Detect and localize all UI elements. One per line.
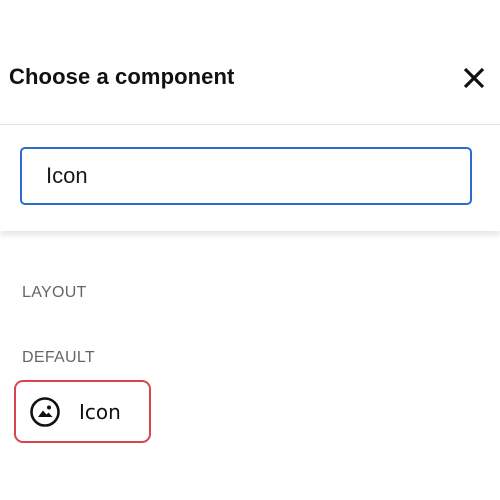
close-button[interactable]	[460, 64, 488, 92]
search-area	[0, 125, 500, 231]
component-item-label: Icon	[79, 400, 121, 424]
dialog-title: Choose a component	[9, 64, 235, 89]
section-label-layout: LAYOUT	[22, 284, 87, 301]
component-chooser-dialog: Choose a component LAYOUT DEFAULT Icon	[0, 0, 500, 500]
image-icon	[30, 397, 60, 427]
search-input[interactable]	[20, 147, 472, 205]
close-icon	[463, 67, 485, 89]
dialog-header: Choose a component	[0, 0, 500, 125]
section-label-default: DEFAULT	[22, 349, 95, 366]
component-item-icon[interactable]: Icon	[14, 380, 151, 443]
